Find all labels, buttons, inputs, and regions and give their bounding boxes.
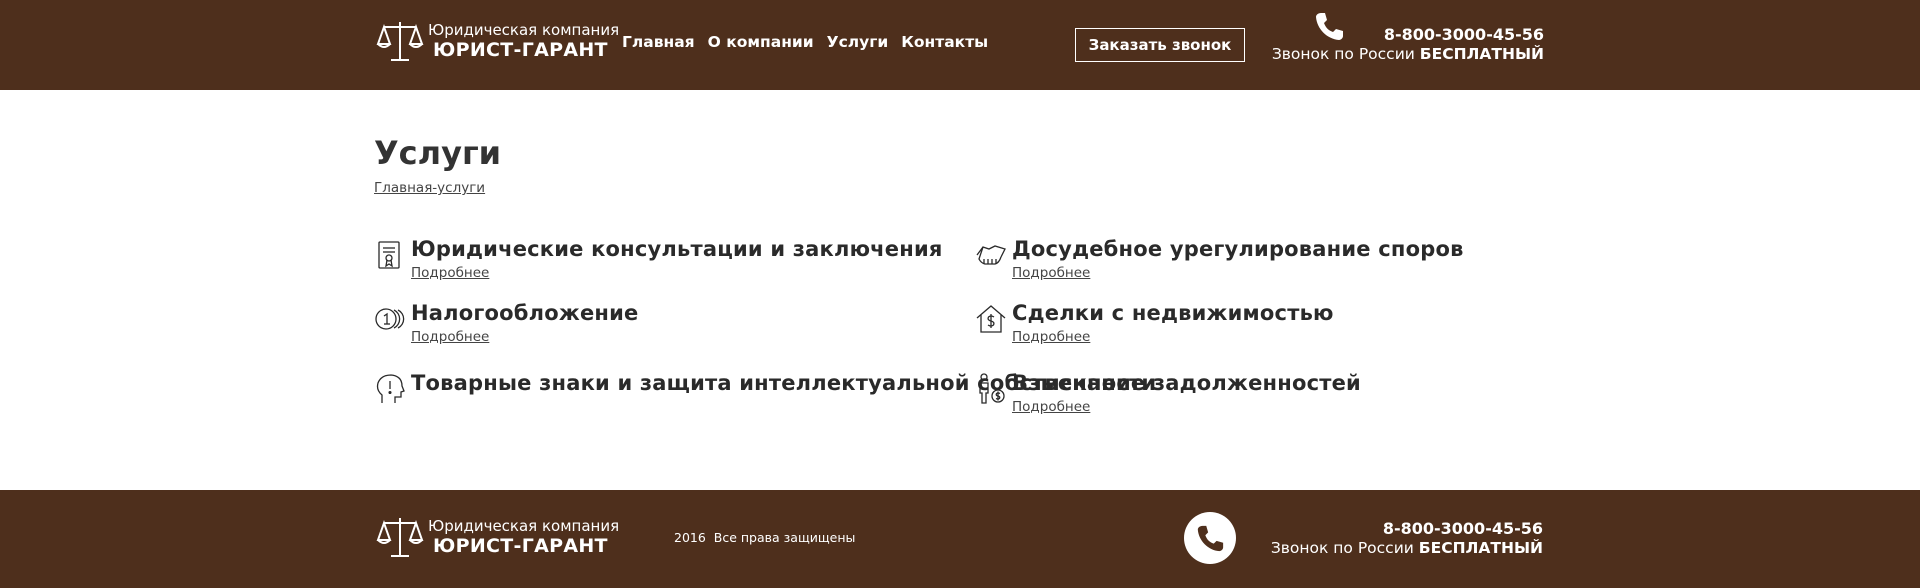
person-debt-icon xyxy=(979,373,1005,404)
phone-circle-button[interactable] xyxy=(1184,512,1236,564)
service-title[interactable]: Взыскание задолженностей xyxy=(1012,371,1361,396)
nav-contacts[interactable]: Контакты xyxy=(901,33,988,51)
free-call-word: БЕСПЛАТНЫЙ xyxy=(1418,539,1543,557)
more-link[interactable]: Подробнее xyxy=(1012,329,1090,345)
more-link[interactable]: Подробнее xyxy=(411,329,489,345)
head-idea-icon xyxy=(376,374,405,403)
more-link[interactable]: Подробнее xyxy=(1012,399,1090,415)
more-link[interactable]: Подробнее xyxy=(411,265,489,281)
breadcrumb[interactable]: Главная-услуги xyxy=(374,180,485,196)
header-contact: 8-800-3000-45-56 Звонок по России БЕСПЛА… xyxy=(1272,25,1544,64)
nav-home[interactable]: Главная xyxy=(622,33,695,51)
service-title[interactable]: Налогообложение xyxy=(411,301,638,326)
logo-subtitle: Юридическая компания xyxy=(428,517,620,536)
copyright-text: Все права защищены xyxy=(713,530,856,545)
header-phone[interactable]: 8-800-3000-45-56 xyxy=(1272,25,1544,45)
free-call-note: Звонок по России БЕСПЛАТНЫЙ xyxy=(1272,45,1544,64)
scales-icon xyxy=(376,22,424,61)
header-logo[interactable]: Юридическая компания ЮРИСТ-ГАРАНТ xyxy=(376,18,619,66)
nav-services[interactable]: Услуги xyxy=(827,33,889,51)
free-call-prefix: Звонок по России xyxy=(1271,45,1415,63)
house-dollar-icon xyxy=(976,305,1006,333)
free-call-prefix: Звонок по России xyxy=(1270,539,1414,557)
handshake-icon xyxy=(976,245,1006,265)
site-footer: Юридическая компания ЮРИСТ-ГАРАНТ 2016 В… xyxy=(0,490,1920,588)
service-title[interactable]: Юридические консультации и заключения xyxy=(411,237,943,262)
site-header: Юридическая компания ЮРИСТ-ГАРАНТ Главна… xyxy=(0,0,1920,90)
page-title: Услуги xyxy=(374,134,502,172)
service-title[interactable]: Сделки с недвижимостью xyxy=(1012,301,1334,326)
footer-contact: 8-800-3000-45-56 Звонок по России БЕСПЛА… xyxy=(1271,519,1543,558)
free-call-word: БЕСПЛАТНЫЙ xyxy=(1419,45,1544,63)
main-nav: Главная О компании Услуги Контакты xyxy=(622,33,988,51)
nav-about[interactable]: О компании xyxy=(708,33,814,51)
document-icon xyxy=(378,241,400,269)
phone-icon xyxy=(1197,525,1224,552)
order-call-button[interactable]: Заказать звонок xyxy=(1075,28,1245,62)
service-title[interactable]: Досудебное урегулирование споров xyxy=(1012,237,1464,262)
service-item: Досудебное урегулирование споров Подробн… xyxy=(975,237,1464,281)
footer-phone[interactable]: 8-800-3000-45-56 xyxy=(1271,519,1543,539)
logo-name: ЮРИСТ-ГАРАНТ xyxy=(433,534,608,557)
copyright-year: 2016 xyxy=(674,530,706,545)
service-item: Взыскание задолженностей Подробнее xyxy=(975,371,1361,415)
service-item: Юридические консультации и заключения По… xyxy=(374,237,943,281)
free-call-note: Звонок по России БЕСПЛАТНЫЙ xyxy=(1271,539,1543,558)
logo-name: ЮРИСТ-ГАРАНТ xyxy=(433,38,608,61)
footer-logo[interactable]: Юридическая компания ЮРИСТ-ГАРАНТ xyxy=(376,514,619,562)
service-item: Налогообложение Подробнее xyxy=(374,301,638,345)
more-link[interactable]: Подробнее xyxy=(1012,265,1090,281)
logo-subtitle: Юридическая компания xyxy=(428,21,620,40)
service-item: Сделки с недвижимостью Подробнее xyxy=(975,301,1334,345)
coins-icon xyxy=(375,308,405,330)
copyright: 2016 Все права защищены xyxy=(674,530,855,545)
scales-icon xyxy=(376,518,424,557)
